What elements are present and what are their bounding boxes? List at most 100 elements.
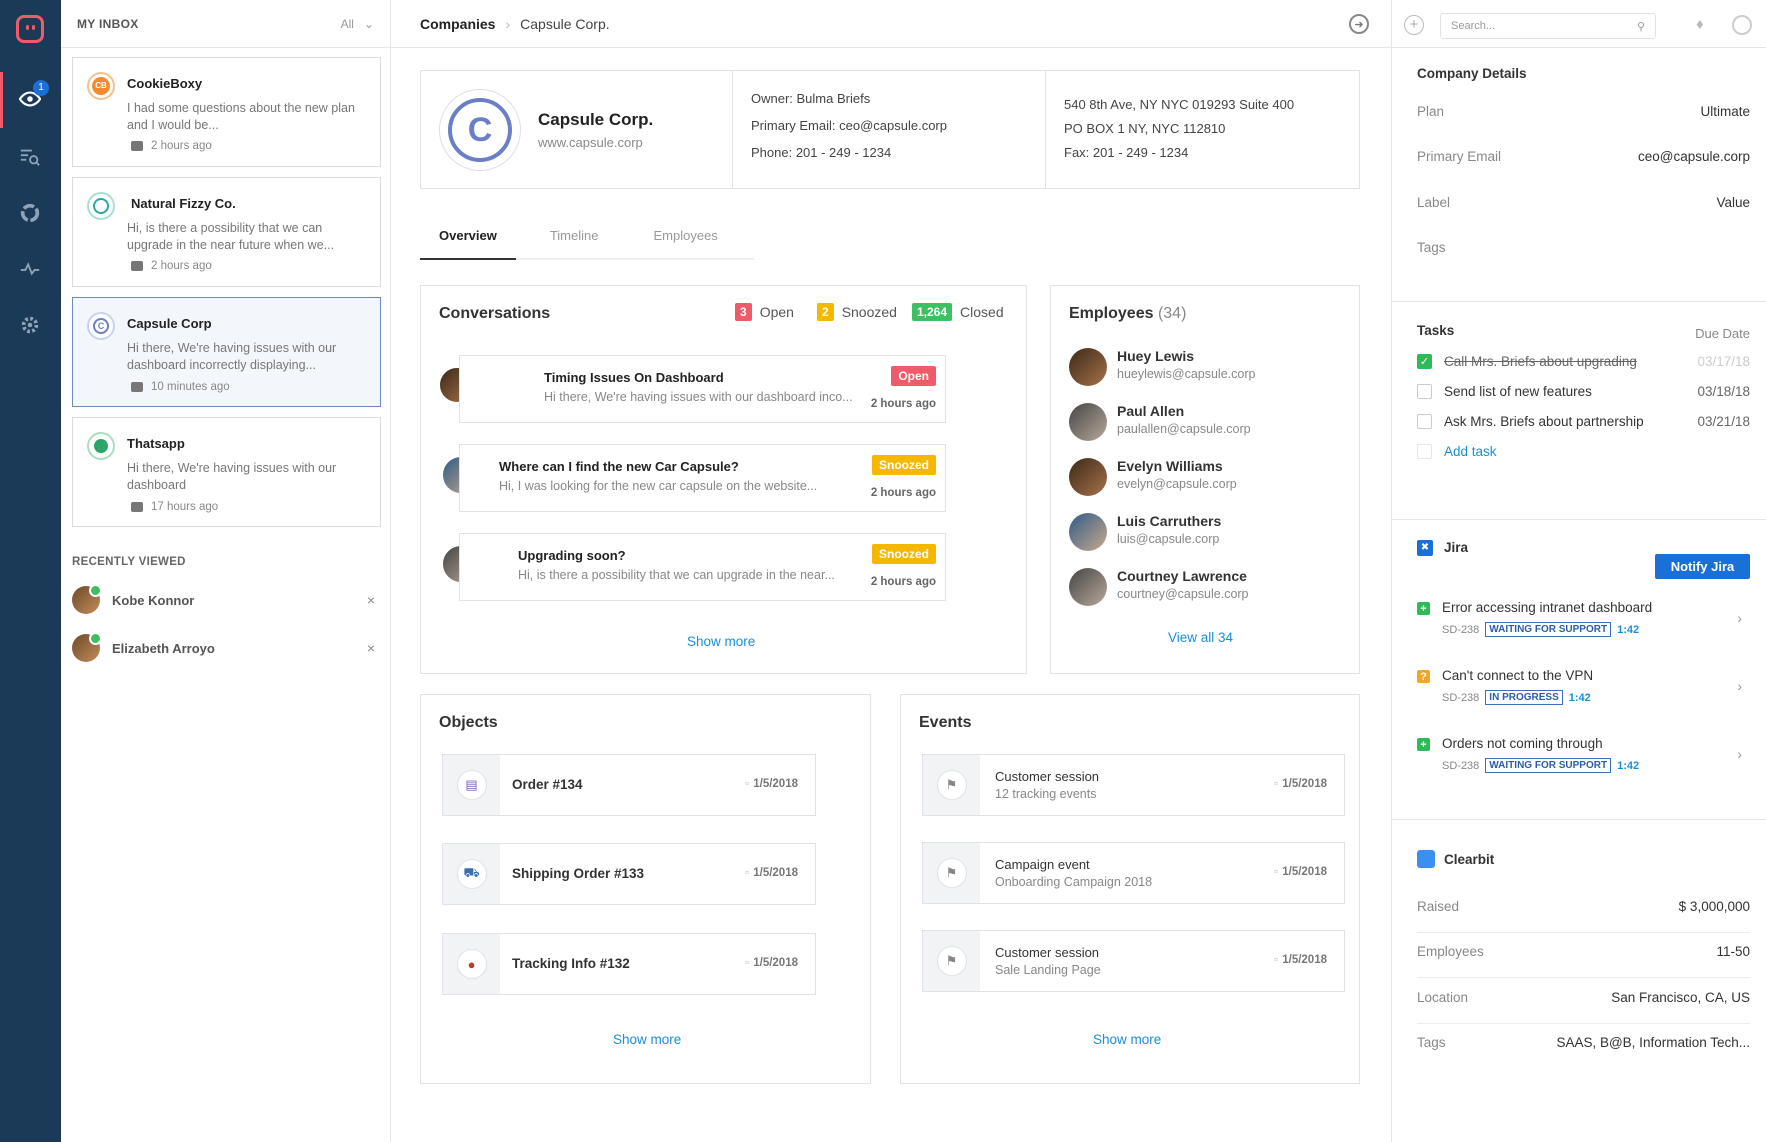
company-tabs: Overview Timeline Employees [420, 220, 754, 260]
task-due: 03/21/18 [1697, 414, 1750, 429]
jira-issue-row[interactable]: + Error accessing intranet dashboard SD-… [1417, 598, 1750, 656]
search-input[interactable]: Search... ⚲ [1440, 13, 1656, 39]
checkbox-icon[interactable] [1417, 384, 1432, 399]
inbox-conversation-card[interactable]: CB CookieBoxy I had some questions about… [72, 57, 381, 167]
object-row[interactable]: ⛟ Shipping Order #133 1/5/2018 [442, 843, 816, 905]
tab-overview[interactable]: Overview [420, 220, 516, 260]
tab-employees[interactable]: Employees [617, 220, 736, 260]
employee-row[interactable]: Huey Lewis hueylewis@capsule.corp [1069, 345, 1309, 389]
chevron-right-icon[interactable]: › [1737, 610, 1742, 626]
avatar [72, 584, 102, 614]
event-row[interactable]: ⚑ Campaign event Onboarding Campaign 201… [922, 842, 1345, 904]
company-avatar [87, 192, 115, 220]
task-due: 03/17/18 [1697, 354, 1750, 369]
inbox-conversation-card[interactable]: Thatsapp Hi there, We're having issues w… [72, 417, 381, 527]
avatar [1069, 568, 1107, 606]
company-address-line: PO BOX 1 NY, NYC 112810 [1064, 121, 1226, 136]
show-more-objects[interactable]: Show more [613, 1032, 681, 1047]
task-due: 03/18/18 [1697, 384, 1750, 399]
conversation-time: 2 hours ago [131, 140, 212, 152]
object-title: Tracking Info #132 [512, 956, 630, 971]
notify-jira-button[interactable]: Notify Jira [1655, 554, 1750, 579]
inbox-filter[interactable]: All ⌄ [341, 17, 374, 31]
search-list-icon[interactable] [19, 146, 41, 168]
detail-row: Primary Email ceo@capsule.corp [1417, 149, 1750, 164]
gear-icon[interactable] [19, 314, 41, 336]
mail-icon [131, 382, 143, 392]
company-header-card: C Capsule Corp. www.capsule.corp Owner: … [420, 70, 1360, 189]
employee-name: Huey Lewis [1117, 348, 1195, 364]
event-date: 1/5/2018 [1274, 778, 1327, 790]
inbox-header: MY INBOX All ⌄ [61, 0, 390, 48]
conversation-preview: Hi, is there a possibility that we can u… [127, 221, 335, 252]
clearbit-row: Raised $ 3,000,000 [1417, 899, 1750, 933]
close-icon[interactable]: × [361, 640, 381, 656]
open-count[interactable]: 3 Open [735, 303, 794, 321]
jira-issue-row[interactable]: + Orders not coming through SD-238 WAITI… [1417, 734, 1750, 792]
recent-contact[interactable]: Kobe Konnor × [72, 584, 381, 616]
pie-chart-icon[interactable] [19, 202, 41, 224]
task-row[interactable]: Send list of new features 03/18/18 [1417, 384, 1750, 399]
checkbox-icon[interactable] [1417, 414, 1432, 429]
employee-row[interactable]: Luis Carruthers luis@capsule.corp [1069, 510, 1309, 554]
jira-title: Jira [1444, 540, 1469, 555]
company-address-line: 540 8th Ave, NY NYC 019293 Suite 400 [1064, 97, 1295, 112]
task-row[interactable]: ✓ Call Mrs. Briefs about upgrading 03/17… [1417, 354, 1750, 369]
jira-issue-row[interactable]: ? Can't connect to the VPN SD-238 IN PRO… [1417, 666, 1750, 724]
show-more-conversations[interactable]: Show more [687, 634, 755, 649]
conversation-preview: Hi there, We're having issues with our d… [127, 461, 337, 492]
object-title: Order #134 [512, 777, 583, 792]
employee-row[interactable]: Courtney Lawrence courtney@capsule.corp [1069, 565, 1309, 609]
event-row[interactable]: ⚑ Customer session Sale Landing Page 1/5… [922, 930, 1345, 992]
tasks-section: Tasks Due Date ✓ Call Mrs. Briefs about … [1392, 302, 1766, 520]
conversation-row[interactable]: Upgrading soon? Hi, is there a possibili… [459, 533, 946, 601]
close-icon[interactable]: × [361, 592, 381, 608]
event-subtitle: 12 tracking events [995, 787, 1097, 801]
status-badge: WAITING FOR SUPPORT [1485, 622, 1612, 637]
jira-issue-title: Error accessing intranet dashboard [1442, 600, 1653, 615]
conversation-time: 2 hours ago [131, 260, 212, 272]
conversation-preview: Hi, I was looking for the new car capsul… [499, 479, 818, 493]
recent-contact[interactable]: Elizabeth Arroyo × [72, 632, 381, 664]
jira-story-icon: + [1417, 602, 1430, 615]
checkbox-checked-icon[interactable]: ✓ [1417, 354, 1432, 369]
conversation-time: 17 hours ago [131, 501, 218, 513]
inbox-conversation-card[interactable]: Natural Fizzy Co. Hi, is there a possibi… [72, 177, 381, 287]
bell-icon[interactable]: ♦ [1696, 16, 1712, 33]
objects-panel: Objects ▤ Order #134 1/5/2018 ⛟ Shipping… [420, 694, 871, 1084]
events-panel: Events ⚑ Customer session 12 tracking ev… [900, 694, 1360, 1084]
conversation-row[interactable]: Timing Issues On Dashboard Hi there, We'… [459, 355, 946, 423]
recent-contact-name: Elizabeth Arroyo [112, 640, 215, 656]
status-badge: WAITING FOR SUPPORT [1485, 758, 1612, 773]
task-row[interactable]: Ask Mrs. Briefs about partnership 03/21/… [1417, 414, 1750, 429]
pulse-icon[interactable] [19, 258, 41, 280]
snoozed-count[interactable]: 2 Snoozed [817, 303, 897, 321]
company-url[interactable]: www.capsule.corp [538, 135, 643, 150]
user-avatar-icon[interactable] [1732, 15, 1752, 35]
employee-row[interactable]: Evelyn Williams evelyn@capsule.corp [1069, 455, 1309, 499]
arrow-right-circle-icon[interactable]: ➜ [1349, 14, 1369, 34]
employee-email: courtney@capsule.corp [1117, 587, 1249, 601]
event-row[interactable]: ⚑ Customer session 12 tracking events 1/… [922, 754, 1345, 816]
employees-title: Employees (34) [1069, 305, 1187, 322]
breadcrumb-root[interactable]: Companies [420, 16, 495, 32]
chevron-right-icon[interactable]: › [1737, 678, 1742, 694]
closed-count[interactable]: 1,264 Closed [912, 303, 1004, 321]
employee-row[interactable]: Paul Allen paulallen@capsule.corp [1069, 400, 1309, 444]
inbox-title: MY INBOX [77, 16, 139, 31]
view-all-employees[interactable]: View all 34 [1168, 630, 1233, 645]
chevron-right-icon[interactable]: › [1737, 746, 1742, 762]
show-more-events[interactable]: Show more [1093, 1032, 1161, 1047]
object-row[interactable]: ▤ Order #134 1/5/2018 [442, 754, 816, 816]
object-row[interactable]: ● Tracking Info #132 1/5/2018 [442, 933, 816, 995]
inbox-conversation-card-active[interactable]: C Capsule Corp Hi there, We're having is… [72, 297, 381, 407]
logo-icon[interactable] [16, 15, 44, 43]
add-task-link[interactable]: Add task [1444, 444, 1750, 459]
add-icon[interactable]: + [1404, 15, 1424, 35]
tab-timeline[interactable]: Timeline [516, 220, 618, 260]
add-task-row[interactable]: Add task [1417, 444, 1750, 459]
app-rail: 1 [0, 0, 61, 1142]
conversation-company-name: Capsule Corp [127, 316, 212, 331]
conversation-row[interactable]: Where can I find the new Car Capsule? Hi… [459, 444, 946, 512]
company-details-title: Company Details [1417, 66, 1527, 81]
